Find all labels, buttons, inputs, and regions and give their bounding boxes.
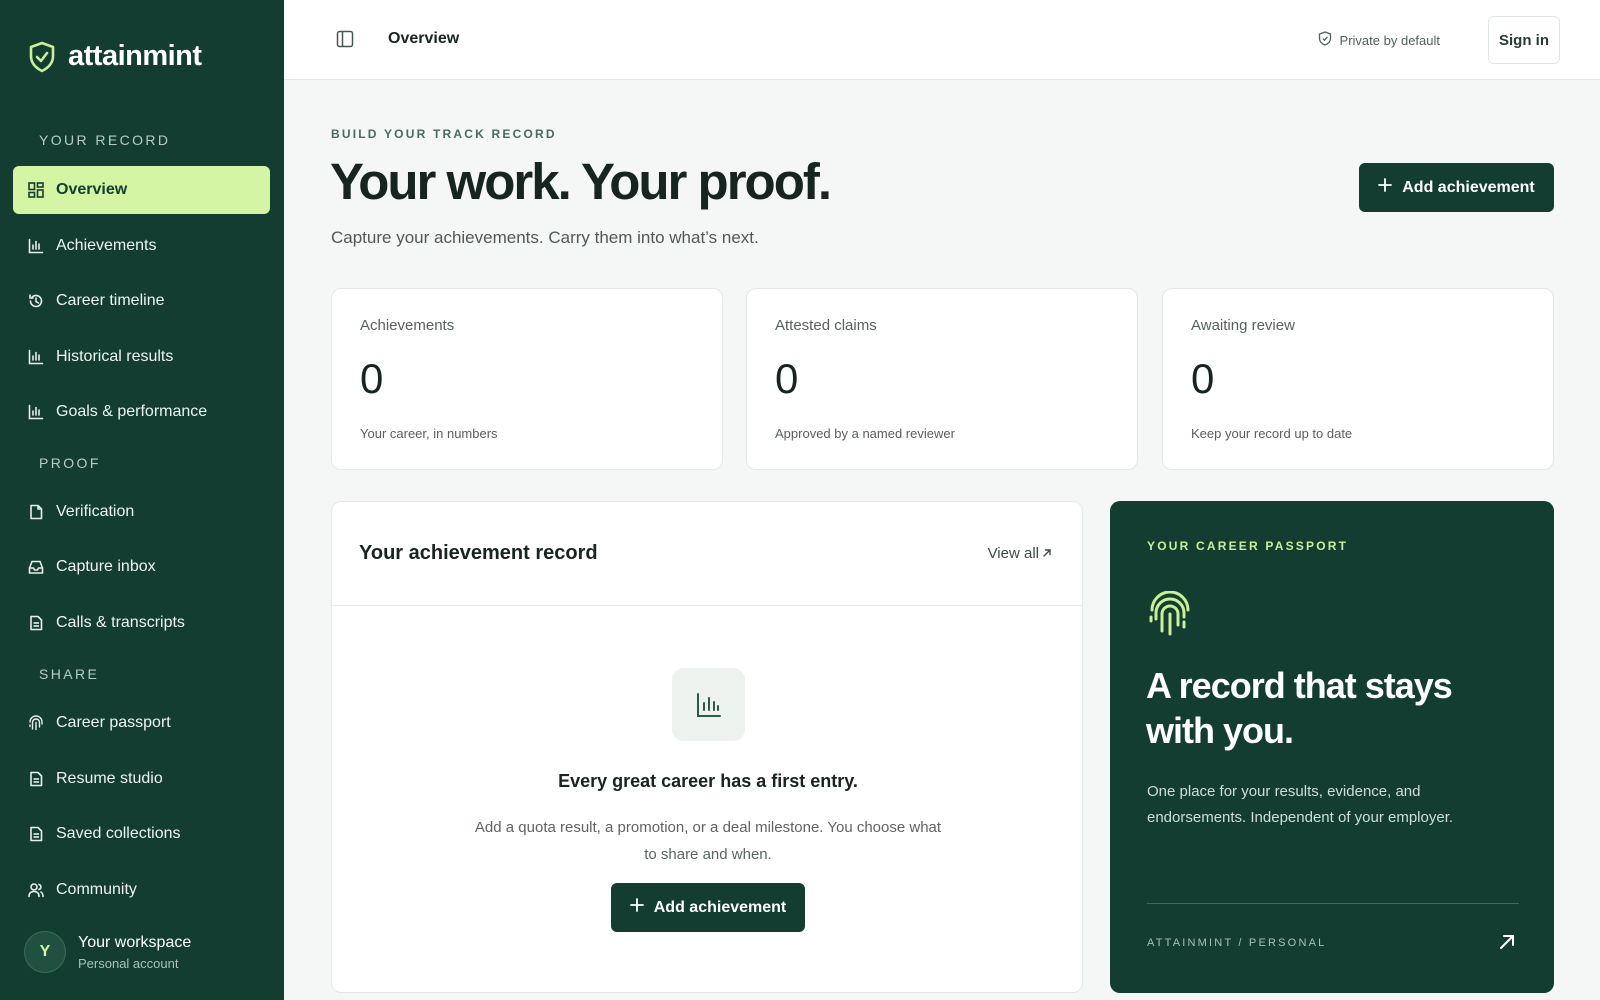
bar-chart-icon <box>27 237 45 255</box>
stat-note: Keep your record up to date <box>1191 426 1353 441</box>
sidebar-item-career-passport[interactable]: Career passport <box>13 699 270 747</box>
plus-icon <box>1378 178 1393 197</box>
career-passport-card: YOUR CAREER PASSPORT A record that stays… <box>1110 501 1554 993</box>
workspace-switcher[interactable]: Y Your workspace Personal account <box>24 931 191 973</box>
users-icon <box>27 881 45 899</box>
topbar: Overview Private by default Sign in <box>284 0 1600 80</box>
passport-eyebrow: YOUR CAREER PASSPORT <box>1147 539 1349 553</box>
hero-subtitle: Capture your achievements. Carry them in… <box>331 228 759 247</box>
sidebar-item-label: Overview <box>56 181 128 198</box>
document-icon <box>27 614 45 632</box>
avatar: Y <box>24 931 66 973</box>
inbox-icon <box>27 558 45 576</box>
sidebar-item-historical-results[interactable]: Historical results <box>13 333 270 381</box>
stat-value: 0 <box>360 355 384 402</box>
sidebar-item-label: Saved collections <box>56 825 181 842</box>
section-label-share: SHARE <box>39 666 100 682</box>
sidebar-item-label: Verification <box>56 503 135 520</box>
view-all-label: View all <box>987 545 1039 562</box>
section-label-proof: PROOF <box>39 455 101 471</box>
passport-description: One place for your results, evidence, an… <box>1147 783 1454 826</box>
sidebar-item-career-timeline[interactable]: Career timeline <box>13 277 270 325</box>
add-achievement-empty-button[interactable]: Add achievement <box>611 883 805 932</box>
passport-title: A record that stays with you. <box>1146 665 1453 751</box>
record-title: Your achievement record <box>359 542 598 564</box>
fingerprint-icon <box>27 714 45 732</box>
sidebar-item-goals-performance[interactable]: Goals & performance <box>13 388 270 436</box>
arrow-up-right-icon <box>1042 545 1052 562</box>
sidebar-item-community[interactable]: Community <box>13 866 270 914</box>
stat-label: Attested claims <box>775 317 877 334</box>
stat-note: Approved by a named reviewer <box>775 426 955 441</box>
sidebar-item-saved-collections[interactable]: Saved collections <box>13 810 270 858</box>
brand-name: attainmint <box>68 40 202 72</box>
sidebar-item-label: Career timeline <box>56 292 165 309</box>
stat-card-awaiting-review: Awaiting review 0 Keep your record up to… <box>1162 288 1554 470</box>
shield-check-icon <box>28 41 56 73</box>
achievement-record-card: Your achievement record View all Every g… <box>331 501 1083 993</box>
sidebar-item-label: Community <box>56 881 137 898</box>
button-label: Add achievement <box>1402 178 1535 196</box>
brand-logo[interactable]: attainmint <box>28 40 202 73</box>
stat-label: Achievements <box>360 317 455 334</box>
document-icon <box>27 825 45 843</box>
hero-title: Your work. Your proof. <box>330 153 832 210</box>
page-title: Overview <box>388 30 460 47</box>
sidebar-item-achievements[interactable]: Achievements <box>13 222 270 270</box>
sidebar-item-calls-transcripts[interactable]: Calls & transcripts <box>13 599 270 647</box>
document-check-icon <box>27 503 45 521</box>
document-icon <box>27 770 45 788</box>
sidebar-item-resume-studio[interactable]: Resume studio <box>13 755 270 803</box>
empty-state-chart-icon <box>672 668 745 741</box>
sidebar-item-verification[interactable]: Verification <box>13 488 270 536</box>
button-label: Add achievement <box>653 898 787 916</box>
empty-state-title: Every great career has a first entry. <box>558 771 858 791</box>
add-achievement-button[interactable]: Add achievement <box>1359 163 1554 212</box>
divider <box>1147 903 1519 904</box>
stat-card-attested-claims: Attested claims 0 Approved by a named re… <box>746 288 1138 470</box>
sign-in-button[interactable]: Sign in <box>1488 16 1560 64</box>
sidebar-item-label: Goals & performance <box>56 403 208 420</box>
record-header: Your achievement record View all <box>332 502 1082 606</box>
privacy-label: Private by default <box>1339 32 1440 48</box>
stat-note: Your career, in numbers <box>360 426 498 441</box>
sidebar-item-label: Achievements <box>56 237 157 254</box>
workspace-type: Personal account <box>78 955 179 971</box>
workspace-name: Your workspace <box>78 933 192 951</box>
sidebar-item-capture-inbox[interactable]: Capture inbox <box>13 543 270 591</box>
sidebar-item-label: Historical results <box>56 348 174 365</box>
sidebar-toggle-icon[interactable] <box>336 30 356 50</box>
plus-icon <box>629 898 644 917</box>
sidebar: attainmint YOUR RECORD Overview Achievem… <box>0 0 284 1000</box>
empty-state-description: Add a quota result, a promotion, or a de… <box>474 819 942 863</box>
view-all-link[interactable]: View all <box>988 545 1052 562</box>
section-label-your-record: YOUR RECORD <box>39 132 171 148</box>
stat-value: 0 <box>1191 355 1215 402</box>
passport-footer: ATTAINMINT / PERSONAL <box>1147 937 1327 949</box>
dashboard-grid-icon <box>27 181 45 199</box>
sidebar-item-label: Career passport <box>56 714 171 731</box>
sidebar-item-label: Resume studio <box>56 770 163 787</box>
stat-card-achievements: Achievements 0 Your career, in numbers <box>331 288 723 470</box>
sidebar-item-label: Capture inbox <box>56 558 156 575</box>
history-icon <box>27 292 45 310</box>
arrow-up-right-icon[interactable] <box>1498 933 1516 956</box>
hero-eyebrow: BUILD YOUR TRACK RECORD <box>331 127 557 141</box>
stat-label: Awaiting review <box>1191 317 1295 334</box>
bar-chart-icon <box>27 348 45 366</box>
fingerprint-icon <box>1147 590 1193 642</box>
sidebar-item-label: Calls & transcripts <box>56 614 185 631</box>
privacy-indicator: Private by default <box>1318 31 1440 49</box>
bar-chart-icon <box>27 403 45 421</box>
shield-icon <box>1318 31 1332 49</box>
sidebar-item-overview[interactable]: Overview <box>13 166 270 214</box>
stat-value: 0 <box>775 355 799 402</box>
